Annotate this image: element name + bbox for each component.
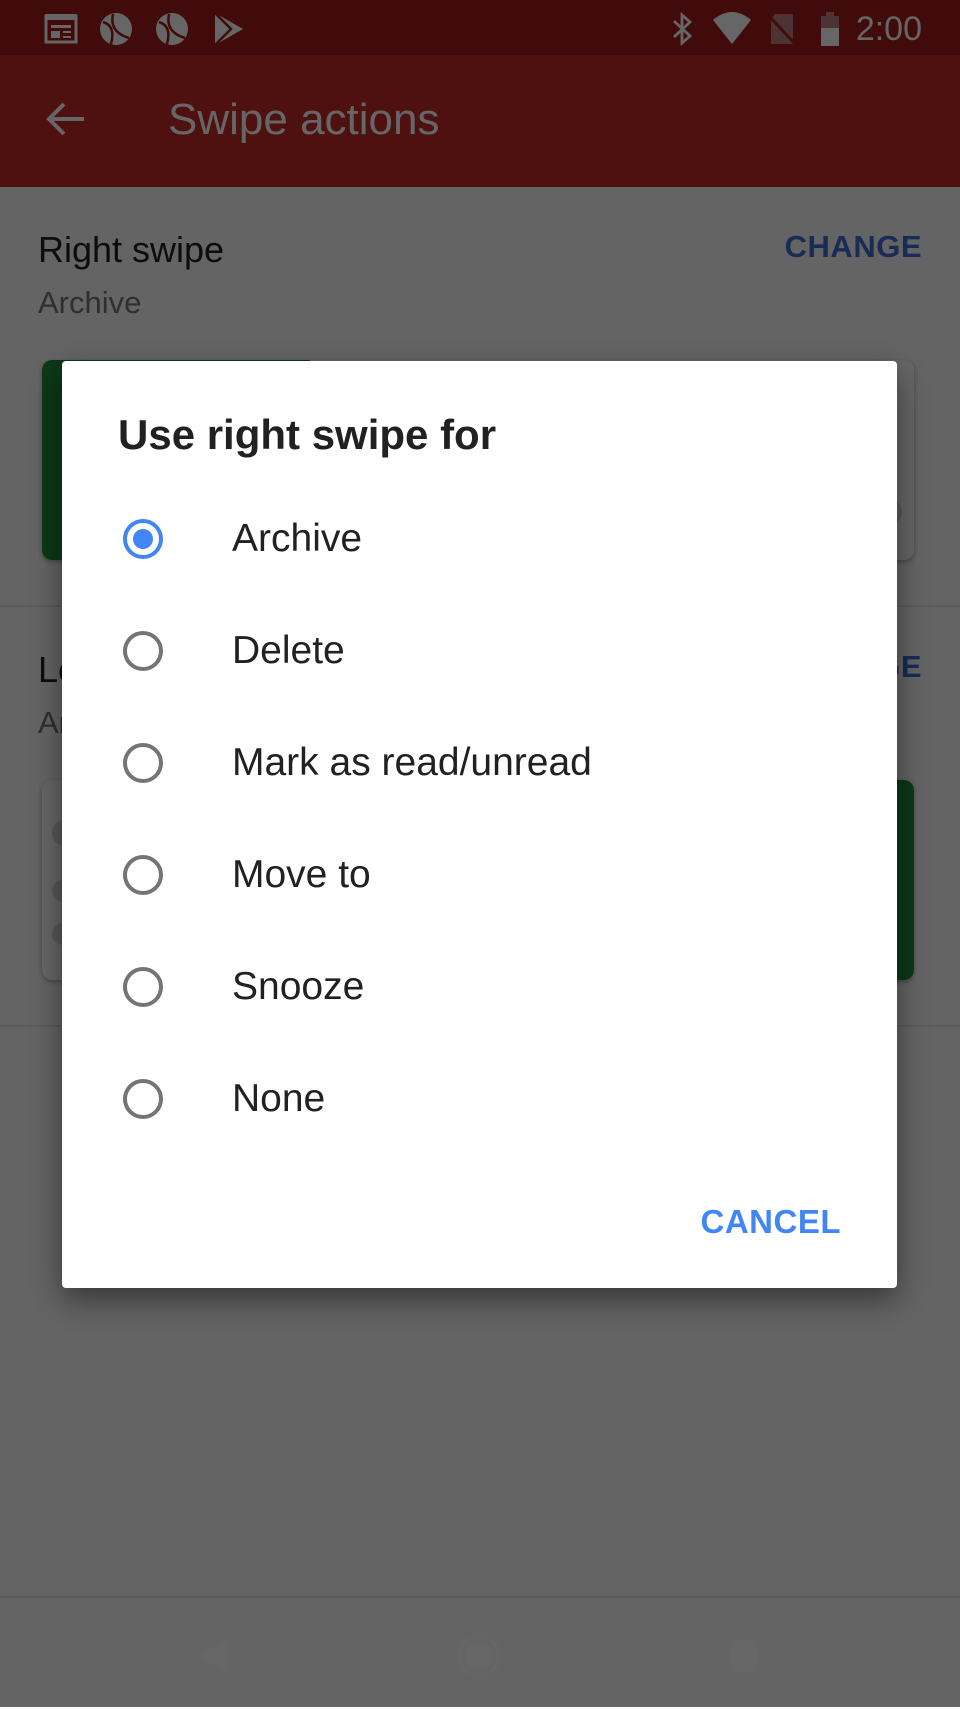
radio-button[interactable] — [123, 743, 163, 783]
radio-button[interactable] — [123, 967, 163, 1007]
option-label: Snooze — [232, 965, 365, 1008]
option-move-to[interactable]: Move to — [62, 822, 897, 934]
option-snooze[interactable]: Snooze — [62, 934, 897, 1046]
option-label: None — [232, 1077, 326, 1120]
radio-button[interactable] — [123, 855, 163, 895]
option-label: Move to — [232, 853, 371, 896]
cancel-button[interactable]: CANCEL — [701, 1203, 842, 1241]
radio-button[interactable] — [123, 631, 163, 671]
option-label: Archive — [232, 517, 363, 560]
option-mark-read-unread[interactable]: Mark as read/unread — [62, 710, 897, 822]
option-archive[interactable]: Archive — [62, 486, 897, 598]
radio-button[interactable] — [123, 1079, 163, 1119]
option-label: Mark as read/unread — [232, 741, 592, 784]
right-swipe-dialog: Use right swipe for Archive Delete Mark … — [62, 361, 897, 1288]
option-none[interactable]: None — [62, 1046, 897, 1158]
radio-button[interactable] — [123, 519, 163, 559]
option-label: Delete — [232, 629, 345, 672]
dialog-title: Use right swipe for — [118, 411, 497, 458]
option-delete[interactable]: Delete — [62, 598, 897, 710]
